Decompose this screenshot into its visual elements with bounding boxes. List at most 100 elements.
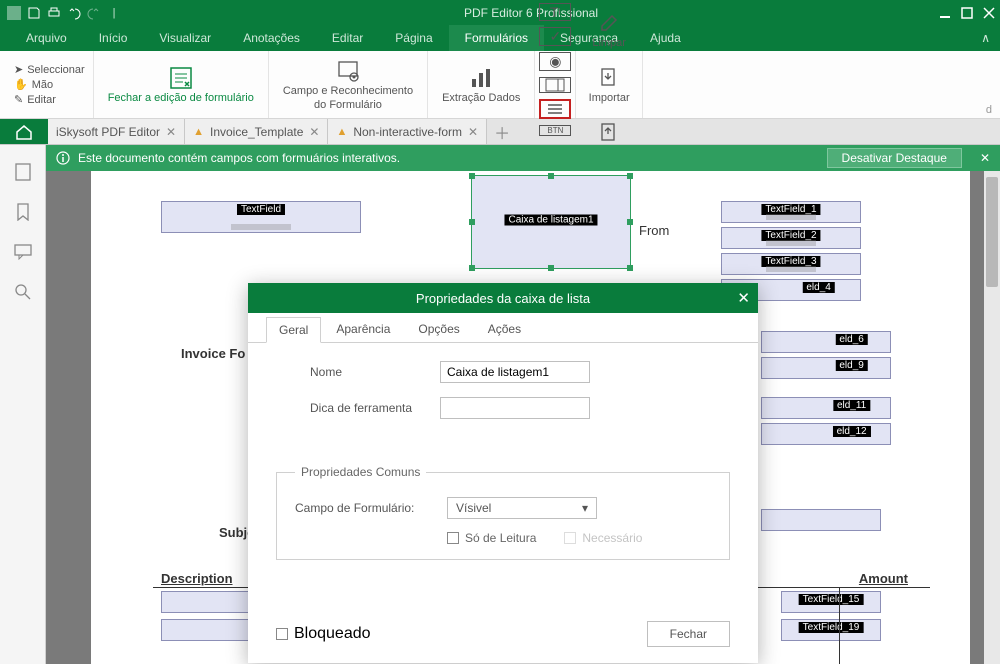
formfield-select[interactable]: Vísivel ▾ [447,497,597,519]
form-textfield-2[interactable]: TextField_2 [721,227,861,249]
search-icon[interactable] [12,281,34,303]
menu-ajuda[interactable]: Ajuda [634,25,697,51]
close-button[interactable]: Fechar [647,621,730,647]
radio-tool-icon[interactable]: ◉ [539,52,571,71]
textfield-tool-icon[interactable]: TI [539,3,571,21]
field-recognition-button[interactable]: Campo e Reconhecimentodo Formulário [275,57,421,111]
clear-button[interactable]: Limpar [584,9,634,50]
tab-options[interactable]: Opções [405,316,472,342]
left-sidebar [0,145,46,664]
form-textfield-12[interactable]: eld_12 [761,423,891,445]
menu-inicio[interactable]: Início [83,25,144,51]
comments-icon[interactable] [12,241,34,263]
close-tab-icon[interactable]: ✕ [166,125,176,139]
form-textfield[interactable]: TextField [161,201,361,233]
maximize-icon[interactable] [956,2,978,24]
close-infobar-icon[interactable]: ✕ [970,151,1000,165]
menu-editar[interactable]: Editar [316,25,379,51]
dialog-tabs: Geral Aparência Opções Ações [248,313,758,343]
redo-icon[interactable] [86,5,102,21]
common-legend: Propriedades Comuns [295,465,426,479]
form-listbox-selected[interactable]: Caixa de listagem1 [471,175,631,269]
app-title: PDF Editor 6 Profissional [128,6,934,20]
minimize-icon[interactable] [934,2,956,24]
formfield-label: Campo de Formulário: [295,501,437,515]
menu-visualizar[interactable]: Visualizar [143,25,227,51]
menu-bar: Arquivo Início Visualizar Anotações Edit… [0,25,1000,51]
print-icon[interactable] [46,5,62,21]
app-icon [6,5,22,21]
form-textfield-9[interactable]: eld_9 [761,357,891,379]
titlebar-divider: | [106,5,122,21]
dialog-close-icon[interactable]: ✕ [737,289,750,307]
info-bar: Este documento contém campos com formuár… [46,145,1000,171]
checkbox-tool-icon[interactable]: ✓ [539,27,571,46]
menu-arquivo[interactable]: Arquivo [10,25,83,51]
hand-icon: ✋ [14,78,28,91]
tab-3[interactable]: ▲Non-interactive-form✕ [328,119,487,144]
tab-actions[interactable]: Ações [475,316,534,342]
menu-anotacoes[interactable]: Anotações [227,25,316,51]
tooltip-label: Dica de ferramenta [310,401,440,415]
add-tab-icon[interactable]: ＋ [487,119,517,144]
tool-select[interactable]: ➤Seleccionar [12,62,87,77]
properties-dialog: Propriedades da caixa de lista ✕ Geral A… [248,283,758,663]
label-description: Description [161,571,233,586]
disable-highlight-button[interactable]: Desativar Destaque [827,148,962,168]
form-textfield-15[interactable]: TextField_15 [781,591,881,613]
locked-checkbox[interactable]: Bloqueado [276,625,371,643]
undo-icon[interactable] [66,5,82,21]
eraser-icon [598,9,620,37]
label-from: From [639,223,669,238]
form-textfield-1[interactable]: TextField_1 [721,201,861,223]
collapse-ribbon-icon[interactable]: ∧ [981,31,990,45]
chevron-down-icon: ▾ [582,501,588,515]
save-icon[interactable] [26,5,42,21]
label-invoice-for: Invoice Fo [181,346,245,361]
home-tab-icon[interactable] [0,119,48,144]
tool-hand[interactable]: ✋Mão [12,77,87,92]
form-textfield-3[interactable]: TextField_3 [721,253,861,275]
thumbnails-icon[interactable] [12,161,34,183]
cursor-icon: ➤ [14,63,23,76]
close-form-editing-button[interactable]: Fechar a edição de formulário [100,64,262,105]
menu-pagina[interactable]: Página [379,25,448,51]
required-checkbox: Necessário [564,531,642,545]
listbox-tool-icon[interactable] [539,99,571,119]
tooltip-input[interactable] [440,397,590,419]
button-tool-icon[interactable]: BTN [539,125,571,136]
combobox-tool-icon[interactable] [539,77,571,93]
tab-1[interactable]: iSkysoft PDF Editor✕ [48,119,185,144]
close-window-icon[interactable] [978,2,1000,24]
form-recognition-icon [335,57,361,85]
form-close-icon [168,64,194,92]
dialog-title-bar[interactable]: Propriedades da caixa de lista ✕ [248,283,758,313]
menu-formularios[interactable]: Formulários [449,25,544,51]
form-textfield-subj[interactable] [761,509,881,531]
close-tab-icon[interactable]: ✕ [309,125,319,139]
scrollbar-thumb[interactable] [986,177,998,287]
extract-icon [468,64,494,92]
bookmarks-icon[interactable] [12,201,34,223]
export-icon [598,119,620,147]
common-properties-fieldset: Propriedades Comuns Campo de Formulário:… [276,465,730,560]
name-input[interactable] [440,361,590,383]
import-button[interactable]: Importar [581,64,638,105]
tab-general[interactable]: Geral [266,317,321,343]
info-message: Este documento contém campos com formuár… [78,151,400,165]
form-textfield-19[interactable]: TextField_19 [781,619,881,641]
warning-icon: ▲ [193,126,204,138]
extract-data-button[interactable]: Extração Dados [434,64,528,105]
form-textfield-6[interactable]: eld_6 [761,331,891,353]
tool-edit[interactable]: ✎Editar [12,92,87,107]
scrollbar[interactable] [984,171,1000,664]
tab-2[interactable]: ▲Invoice_Template✕ [185,119,328,144]
form-textfield-11[interactable]: eld_11 [761,397,891,419]
readonly-checkbox[interactable]: Só de Leitura [447,531,536,545]
import-icon [598,64,620,92]
tab-appearance[interactable]: Aparência [323,316,403,342]
close-tab-icon[interactable]: ✕ [468,125,478,139]
document-tabs: iSkysoft PDF Editor✕ ▲Invoice_Template✕ … [0,119,1000,145]
table-rule-v [839,587,840,664]
warning-icon: ▲ [336,126,347,138]
